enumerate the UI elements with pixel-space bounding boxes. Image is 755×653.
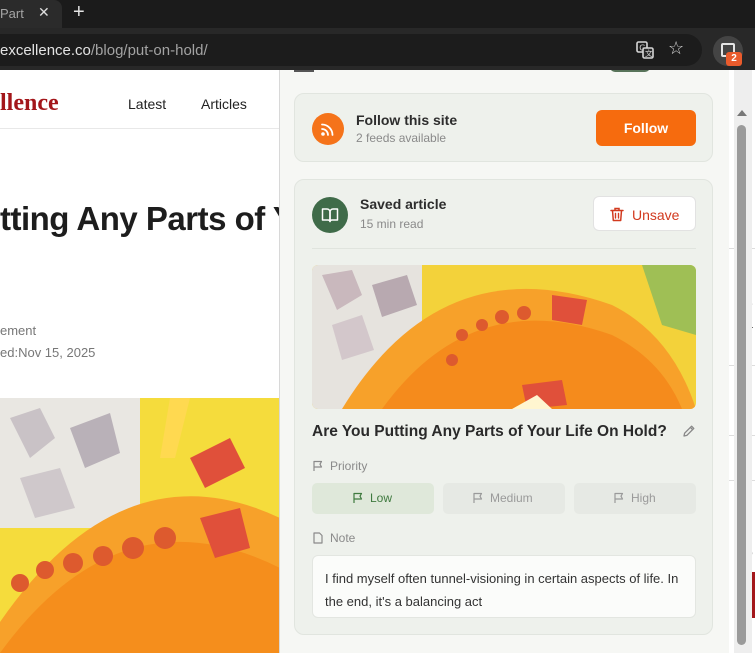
extension-badge: 2 xyxy=(726,52,742,66)
follow-title: Follow this site xyxy=(356,112,458,128)
note-text: I find myself often tunnel-visioning in … xyxy=(325,571,679,609)
note-textarea[interactable]: I find myself often tunnel-visioning in … xyxy=(312,555,696,618)
unsave-label: Unsave xyxy=(632,207,680,223)
feeds-count: 2 feeds available xyxy=(356,131,447,145)
saved-divider xyxy=(312,248,696,249)
flag-icon xyxy=(313,460,323,471)
read-time: 15 min read xyxy=(360,217,424,231)
article-thumbnail xyxy=(312,265,696,409)
url-host: excellence.co xyxy=(0,42,91,59)
scroll-thumb[interactable] xyxy=(737,125,746,645)
book-icon xyxy=(312,197,348,233)
svg-text:文: 文 xyxy=(645,48,653,58)
priority-label: Priority xyxy=(330,459,368,473)
post-published-date: ed:Nov 15, 2025 xyxy=(0,345,96,360)
priority-low-button[interactable]: Low xyxy=(312,483,434,514)
popup-toggle[interactable] xyxy=(610,70,650,72)
rss-icon xyxy=(312,113,344,145)
priority-medium-button[interactable]: Medium xyxy=(443,483,565,514)
flag-icon xyxy=(353,492,363,503)
header-divider xyxy=(0,128,280,129)
saved-title: Saved article xyxy=(360,196,447,212)
follow-button[interactable]: Follow xyxy=(596,110,696,146)
post-category: ement xyxy=(0,323,37,338)
priority-low-label: Low xyxy=(370,491,393,505)
note-icon xyxy=(313,532,323,544)
site-logo[interactable]: llence xyxy=(0,90,59,117)
url-path: /blog/put-on-hold/ xyxy=(90,42,208,59)
flag-icon xyxy=(473,492,483,503)
nav-articles[interactable]: Articles xyxy=(201,96,247,112)
edit-pencil-icon[interactable] xyxy=(682,424,696,438)
flag-icon xyxy=(614,492,624,503)
scroll-up-arrow-icon[interactable] xyxy=(737,110,747,116)
post-hero-image xyxy=(0,398,280,653)
popup-menu-icon[interactable] xyxy=(294,70,314,72)
tab-close-icon[interactable]: ✕ xyxy=(38,4,50,21)
popup-scrollbar[interactable] xyxy=(734,70,752,653)
article-title: Are You Putting Any Parts of Your Life O… xyxy=(312,423,667,440)
tab-strip: Part ✕ + xyxy=(0,0,755,28)
trash-icon xyxy=(610,207,624,222)
note-label: Note xyxy=(330,531,356,545)
bookmark-star-icon[interactable]: ☆ xyxy=(668,38,684,59)
priority-high-label: High xyxy=(631,491,656,505)
nav-latest[interactable]: Latest xyxy=(128,96,166,112)
priority-medium-label: Medium xyxy=(490,491,533,505)
post-title: tting Any Parts of Y xyxy=(0,200,295,237)
tab-title: Part xyxy=(0,6,24,21)
unsave-button[interactable]: Unsave xyxy=(593,196,696,231)
address-url[interactable]: excellence.co/blog/put-on-hold/ xyxy=(0,42,208,59)
translate-icon[interactable]: G 文 xyxy=(636,41,654,59)
browser-tab[interactable]: Part ✕ xyxy=(0,0,62,28)
priority-high-button[interactable]: High xyxy=(574,483,696,514)
new-tab-icon[interactable]: + xyxy=(73,1,85,24)
